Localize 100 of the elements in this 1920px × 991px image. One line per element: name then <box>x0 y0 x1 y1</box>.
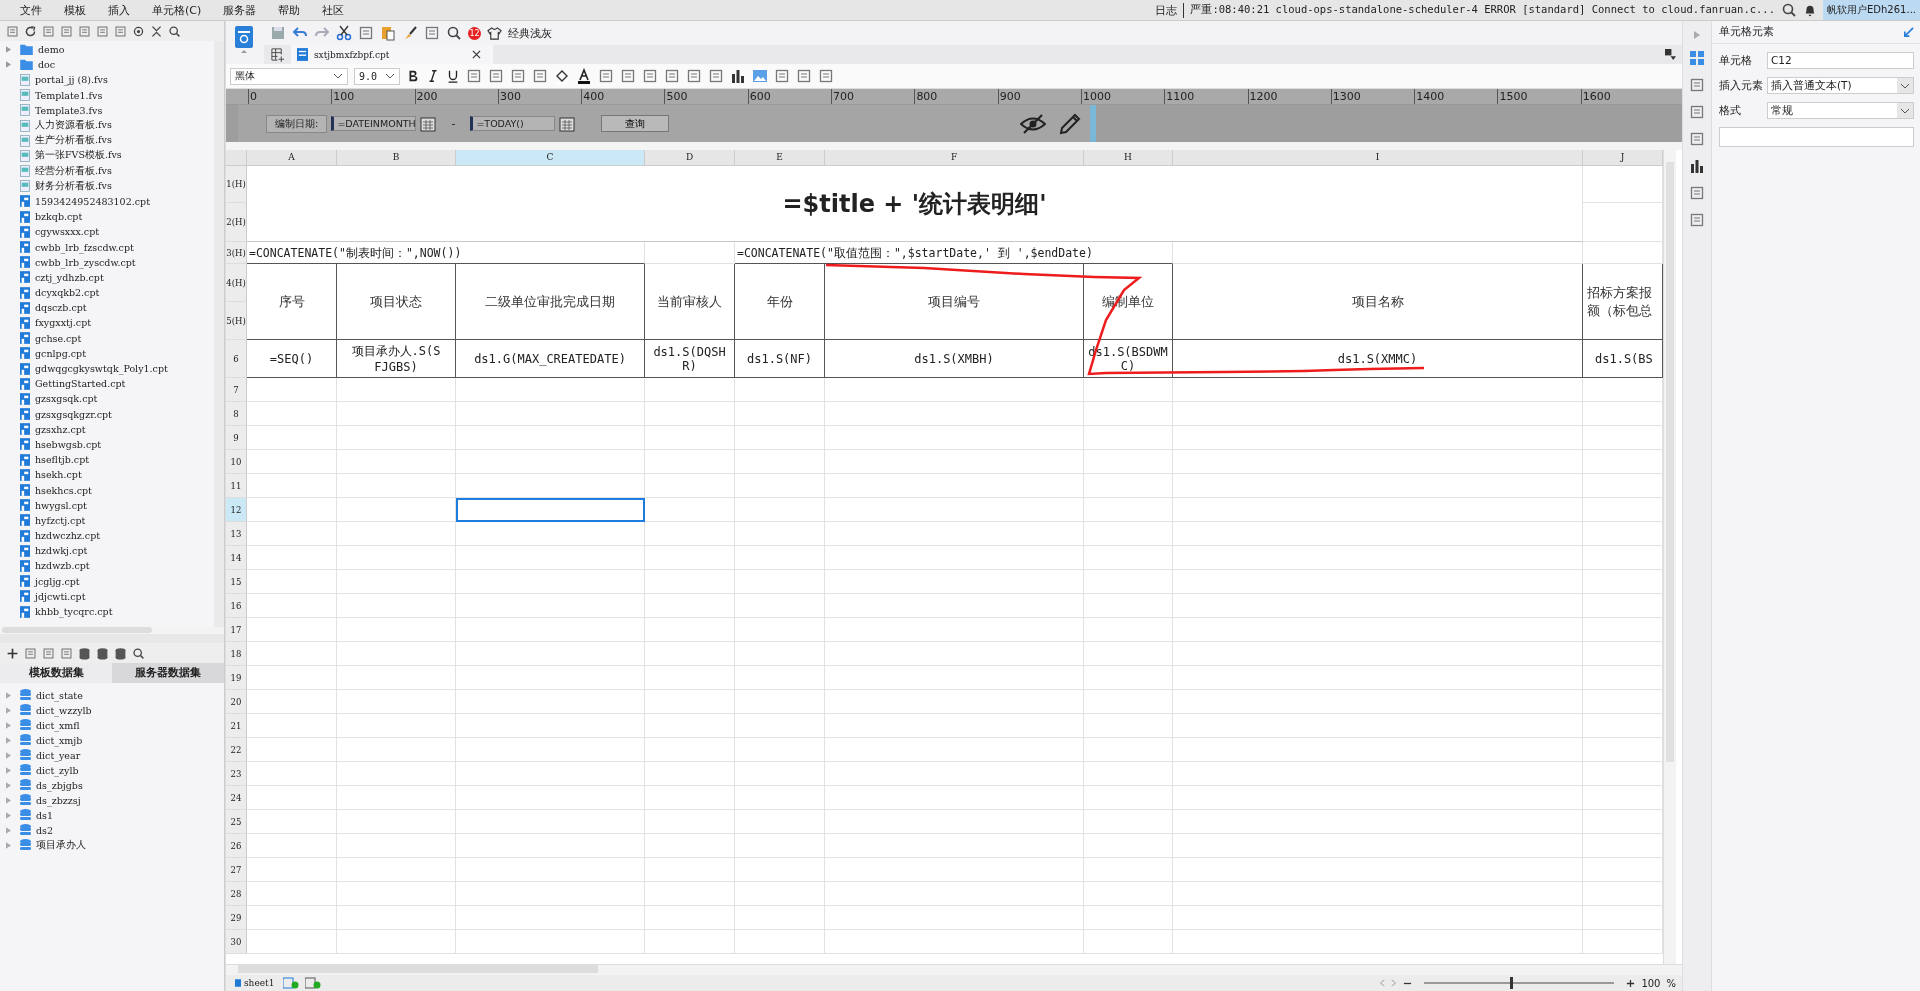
row-header[interactable]: 23 <box>226 762 247 786</box>
file-tree-item[interactable]: 人力资源看板.fvs <box>0 117 214 134</box>
row-header[interactable]: 1(H) <box>226 166 247 203</box>
zoom-icon[interactable] <box>446 25 462 41</box>
empty-cell[interactable] <box>645 378 735 402</box>
calendar-icon[interactable] <box>420 115 437 132</box>
empty-cell[interactable] <box>337 642 456 666</box>
expand-arrow-icon[interactable] <box>6 812 11 819</box>
row-header[interactable]: 29 <box>226 906 247 930</box>
empty-cell[interactable] <box>735 810 825 834</box>
row-header[interactable]: 22 <box>226 738 247 762</box>
file-tree-item[interactable]: gchse.cpt <box>0 330 214 346</box>
empty-cell[interactable] <box>337 570 456 594</box>
empty-cell[interactable] <box>1084 810 1173 834</box>
row-header[interactable]: 2(H) <box>226 203 247 242</box>
menu-item[interactable]: 帮助 <box>278 2 301 18</box>
zoom-value[interactable]: 100 <box>1641 977 1661 989</box>
empty-cell[interactable] <box>1084 858 1173 882</box>
empty-cell[interactable] <box>645 930 735 954</box>
empty-cell[interactable] <box>337 834 456 858</box>
slider-thumb[interactable] <box>1509 977 1513 989</box>
empty-cell[interactable] <box>735 594 825 618</box>
file-tree-item[interactable]: hzdwkj.cpt <box>0 543 214 559</box>
empty-cell[interactable] <box>1084 882 1173 906</box>
column-heading-cell[interactable]: 序号 <box>247 264 337 340</box>
empty-cell[interactable] <box>1084 906 1173 930</box>
column-heading-cell[interactable]: 项目名称 <box>1173 264 1583 340</box>
empty-cell[interactable] <box>456 738 645 762</box>
file-tree-item[interactable]: hsekhcs.cpt <box>0 482 214 498</box>
paste-icon[interactable] <box>380 25 396 41</box>
empty-cell[interactable] <box>645 762 735 786</box>
table-cell[interactable]: 项目承办人.S(SFJGBS) <box>337 340 456 378</box>
empty-cell[interactable] <box>735 666 825 690</box>
file-tree-item[interactable]: gzsxgsqkgzr.cpt <box>0 406 214 422</box>
menu-item[interactable]: 服务器 <box>223 2 257 18</box>
empty-cell[interactable] <box>1173 618 1583 642</box>
empty-cell[interactable] <box>456 618 645 642</box>
empty-cell[interactable] <box>825 714 1084 738</box>
empty-cell[interactable] <box>337 378 456 402</box>
row-header[interactable]: 15 <box>226 570 247 594</box>
locate-icon[interactable] <box>132 24 145 38</box>
empty-cell[interactable] <box>1084 714 1173 738</box>
database-icon[interactable] <box>96 646 109 660</box>
row-header[interactable]: 3(H) <box>226 242 247 264</box>
resize-handle[interactable] <box>1090 105 1096 142</box>
cut-icon[interactable] <box>336 25 352 41</box>
empty-cell[interactable] <box>1084 834 1173 858</box>
file-tree-item[interactable]: gzsxgsqk.cpt <box>0 391 214 407</box>
empty-cell[interactable] <box>735 882 825 906</box>
table-cell[interactable]: ds1.G(MAX_CREATEDATE) <box>456 340 645 378</box>
close-icon[interactable] <box>472 50 481 59</box>
empty-cell[interactable] <box>645 522 735 546</box>
empty-cell[interactable] <box>825 378 1084 402</box>
fill-icon[interactable] <box>554 68 570 84</box>
empty-cell[interactable] <box>825 450 1084 474</box>
font-color-icon[interactable] <box>576 68 592 84</box>
sheet-tab[interactable]: sheet1 <box>232 978 278 988</box>
empty-cell[interactable] <box>645 690 735 714</box>
expand-arrow-icon[interactable] <box>6 842 11 849</box>
cell-icon[interactable] <box>1689 50 1705 66</box>
underline-icon[interactable] <box>446 69 460 83</box>
empty-cell[interactable] <box>456 402 645 426</box>
expand-arrow-icon[interactable] <box>6 707 11 714</box>
empty-cell[interactable] <box>1084 570 1173 594</box>
row-header[interactable]: 20 <box>226 690 247 714</box>
notification-badge[interactable]: 12 <box>468 26 481 40</box>
query-button[interactable]: 查询 <box>601 115 670 132</box>
empty-cell[interactable] <box>825 642 1084 666</box>
empty-cell[interactable] <box>735 426 825 450</box>
expand-arrow-icon[interactable] <box>6 782 11 789</box>
font-size-select[interactable]: 9.0 <box>354 67 400 85</box>
edit-pencil-icon[interactable] <box>1058 111 1082 136</box>
empty-cell[interactable] <box>825 690 1084 714</box>
vertical-scrollbar[interactable] <box>1663 150 1676 964</box>
empty-cell[interactable] <box>1173 378 1583 402</box>
database-icon[interactable] <box>114 646 127 660</box>
empty-cell[interactable] <box>645 570 735 594</box>
search-icon[interactable] <box>132 646 145 660</box>
table-cell[interactable]: ds1.S(NF) <box>735 340 825 378</box>
dataset-tab[interactable]: 服务器数据集 <box>112 663 224 683</box>
empty-cell[interactable] <box>1084 594 1173 618</box>
empty-cell[interactable] <box>337 546 456 570</box>
file-tree-item[interactable]: Template1.fvs <box>0 87 214 103</box>
empty-cell[interactable] <box>825 834 1084 858</box>
file-tree-item[interactable]: jcgljg.cpt <box>0 573 214 589</box>
search-icon[interactable] <box>1781 2 1797 18</box>
empty-cell[interactable] <box>1173 498 1583 522</box>
empty-cell[interactable] <box>1173 570 1583 594</box>
table-cell[interactable]: ds1.S(DQSHR) <box>645 340 735 378</box>
horizontal-scrollbar[interactable] <box>0 627 224 634</box>
file-tree-item[interactable]: gcnlpg.cpt <box>0 345 214 361</box>
empty-cell[interactable] <box>1173 666 1583 690</box>
empty-cell[interactable] <box>735 714 825 738</box>
empty-cell[interactable] <box>825 738 1084 762</box>
empty-cell[interactable] <box>337 738 456 762</box>
empty-cell[interactable] <box>825 474 1084 498</box>
expand-arrow-icon[interactable] <box>6 737 11 744</box>
empty-cell[interactable] <box>645 810 735 834</box>
row-header[interactable]: 27 <box>226 858 247 882</box>
empty-cell[interactable] <box>1084 546 1173 570</box>
